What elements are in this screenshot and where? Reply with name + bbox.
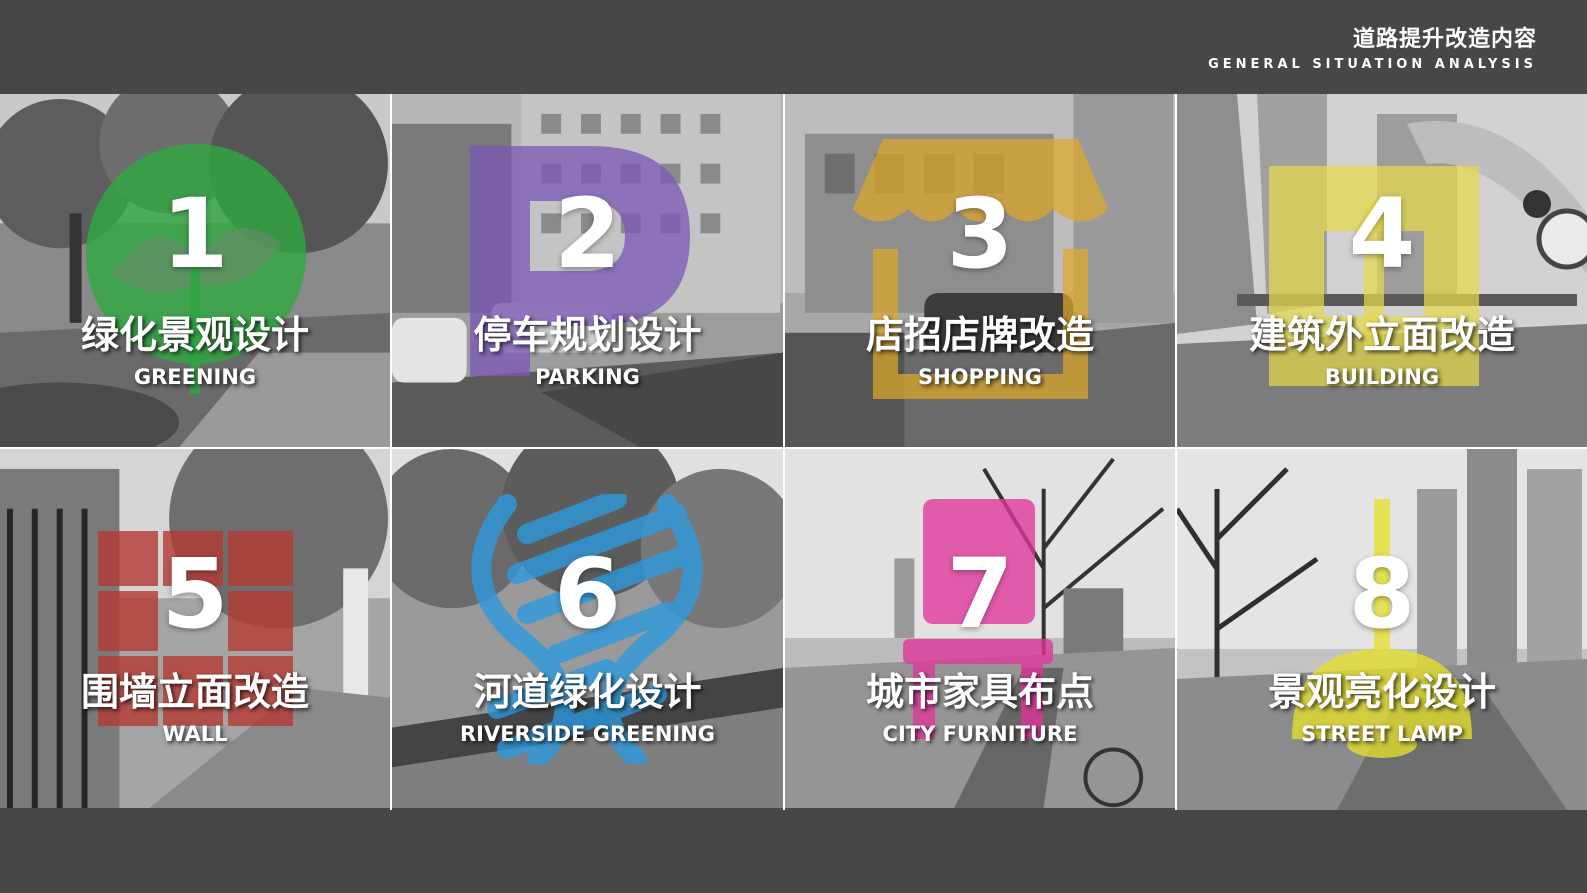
tile-riverside-greening[interactable]: 6 河道绿化设计 RIVERSIDE GREENING (392, 449, 785, 810)
tile-title-zh: 河道绿化设计 (473, 670, 702, 714)
tile-title-en: CITY FURNITURE (882, 722, 1078, 746)
tile-title-zh: 城市家具布点 (865, 670, 1094, 714)
page-title: 道路提升改造内容 (1352, 27, 1537, 52)
tile-number: 8 (1348, 538, 1416, 650)
tile-wall[interactable]: 5 围墙立面改造 WALL (0, 449, 392, 810)
tile-street-lamp[interactable]: 8 景观亮化设计 STREET LAMP (1177, 449, 1587, 810)
tile-number: 2 (554, 178, 621, 290)
tile-title-en: STREET LAMP (1301, 722, 1463, 746)
tile-title-zh: 停车规划设计 (473, 313, 702, 357)
improvement-grid: 1 绿化景观设计 GREENING 2 停车规划设计 PARKING 3 店招店… (0, 94, 1587, 810)
tile-title-en: SHOPPING (918, 365, 1042, 389)
tile-building[interactable]: 4 建筑外立面改造 BUILDING (1177, 94, 1587, 449)
tile-city-furniture[interactable]: 7 城市家具布点 CITY FURNITURE (785, 449, 1177, 810)
tile-number: 6 (554, 538, 621, 650)
tile-title-zh: 店招店牌改造 (865, 313, 1094, 357)
tile-title-en: WALL (162, 722, 228, 746)
tile-parking[interactable]: 2 停车规划设计 PARKING (392, 94, 785, 449)
page-subtitle: GENERAL SITUATION ANALYSIS (1208, 57, 1537, 72)
tile-title-zh: 景观亮化设计 (1267, 670, 1496, 714)
tile-number: 3 (946, 178, 1014, 290)
tile-title-zh: 建筑外立面改造 (1248, 313, 1515, 357)
tile-title-en: GREENING (133, 365, 257, 389)
tile-title-zh: 围墙立面改造 (80, 670, 309, 714)
tile-greening[interactable]: 1 绿化景观设计 GREENING (0, 94, 392, 449)
tile-number: 1 (161, 178, 229, 290)
tile-number: 7 (946, 538, 1014, 650)
tile-title-en: PARKING (535, 365, 640, 389)
tile-title-en: RIVERSIDE GREENING (459, 722, 716, 746)
page-header: 道路提升改造内容 GENERAL SITUATION ANALYSIS (1208, 26, 1537, 74)
tile-title-en: BUILDING (1324, 365, 1440, 389)
tile-title-zh: 绿化景观设计 (80, 313, 309, 357)
tile-shopping[interactable]: 3 店招店牌改造 SHOPPING (785, 94, 1177, 449)
tile-number: 4 (1348, 178, 1416, 290)
tile-number: 5 (161, 538, 229, 650)
